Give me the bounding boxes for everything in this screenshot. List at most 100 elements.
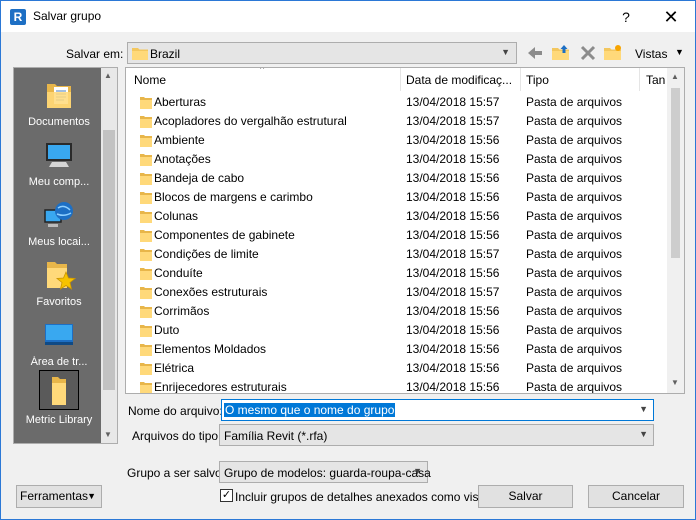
new-folder-icon[interactable] bbox=[603, 43, 623, 63]
close-button[interactable]: ✕ bbox=[651, 5, 691, 29]
folder-icon bbox=[140, 249, 152, 261]
save-in-label: Salvar em: bbox=[66, 47, 124, 61]
chevron-down-icon: ▼ bbox=[413, 466, 422, 476]
place-label: Meu comp... bbox=[28, 176, 90, 188]
chevron-down-icon[interactable]: ▼ bbox=[639, 404, 648, 414]
column-size[interactable]: Tan bbox=[646, 73, 665, 87]
file-date: 13/04/2018 15:57 bbox=[406, 95, 500, 109]
folder-icon bbox=[140, 325, 152, 337]
cancel-button[interactable]: Cancelar bbox=[588, 485, 684, 508]
filetype-value: Família Revit (*.rfa) bbox=[224, 429, 328, 443]
chevron-down-icon: ▼ bbox=[639, 429, 648, 439]
help-button[interactable]: ? bbox=[611, 7, 641, 27]
file-row[interactable]: Componentes de gabinete 13/04/2018 15:56 P… bbox=[126, 226, 668, 245]
file-type: Pasta de arquivos bbox=[526, 190, 623, 204]
place-computer[interactable]: Meu comp... bbox=[14, 138, 104, 188]
scroll-up-icon[interactable]: ▲ bbox=[671, 72, 679, 81]
file-date: 13/04/2018 15:56 bbox=[406, 209, 500, 223]
file-date: 13/04/2018 15:56 bbox=[406, 133, 500, 147]
folder-icon bbox=[140, 135, 152, 147]
save-in-dropdown[interactable]: Brazil ▼ bbox=[127, 42, 517, 64]
file-name: Conexões estruturais bbox=[154, 285, 268, 299]
include-details-checkbox[interactable]: ✓ bbox=[220, 489, 233, 502]
place-favorites[interactable]: Favoritos bbox=[14, 258, 104, 308]
file-list[interactable]: ^ Nome Data de modificaç... Tipo Tan Abe… bbox=[125, 67, 685, 394]
scroll-down-icon[interactable]: ▼ bbox=[671, 378, 679, 387]
file-name: Aberturas bbox=[154, 95, 207, 109]
file-name: Acopladores do vergalhão estrutural bbox=[154, 114, 347, 128]
file-date: 13/04/2018 15:57 bbox=[406, 247, 500, 261]
scroll-thumb[interactable] bbox=[103, 130, 115, 390]
file-date: 13/04/2018 15:56 bbox=[406, 361, 500, 375]
column-divider[interactable] bbox=[520, 68, 521, 91]
file-date: 13/04/2018 15:56 bbox=[406, 266, 500, 280]
file-name: Enrijecedores estruturais bbox=[154, 380, 287, 394]
folder-icon bbox=[140, 344, 152, 356]
group-value: Grupo de modelos: guarda-roupa-casa bbox=[224, 466, 431, 480]
file-row[interactable]: Bandeja de cabo 13/04/2018 15:56 Pasta de … bbox=[126, 169, 668, 188]
file-row[interactable]: Corrimãos 13/04/2018 15:56 Pasta de arquiv… bbox=[126, 302, 668, 321]
file-name: Corrimãos bbox=[154, 304, 210, 318]
file-type: Pasta de arquivos bbox=[526, 152, 623, 166]
file-date: 13/04/2018 15:56 bbox=[406, 342, 500, 356]
file-row[interactable]: Duto 13/04/2018 15:56 Pasta de arquivos bbox=[126, 321, 668, 340]
scroll-up-icon[interactable]: ▲ bbox=[104, 71, 112, 80]
places-scrollbar[interactable]: ▲ ▼ bbox=[101, 68, 117, 443]
filetype-label: Arquivos do tipo: bbox=[132, 429, 222, 443]
column-date[interactable]: Data de modificaç... bbox=[406, 73, 512, 87]
column-name[interactable]: Nome bbox=[134, 73, 166, 87]
file-list-scrollbar[interactable]: ▲ ▼ bbox=[667, 68, 684, 393]
folder-icon bbox=[140, 230, 152, 242]
file-row[interactable]: Anotações 13/04/2018 15:56 Pasta de arquiv… bbox=[126, 150, 668, 169]
file-row[interactable]: Aberturas 13/04/2018 15:57 Pasta de arquiv… bbox=[126, 93, 668, 112]
views-menu-button[interactable]: Vistas bbox=[635, 47, 667, 61]
file-name: Ambiente bbox=[154, 133, 205, 147]
dialog-title: Salvar grupo bbox=[33, 9, 102, 23]
file-row[interactable]: Elétrica 13/04/2018 15:56 Pasta de arquivo… bbox=[126, 359, 668, 378]
documents-icon bbox=[42, 78, 76, 112]
back-arrow-icon[interactable] bbox=[525, 43, 545, 63]
file-row[interactable]: Elementos Moldados 13/04/2018 15:56 Pasta … bbox=[126, 340, 668, 359]
folder-icon bbox=[140, 211, 152, 223]
file-row[interactable]: Acopladores do vergalhão estrutural 13/04… bbox=[126, 112, 668, 131]
file-row[interactable]: Colunas 13/04/2018 15:56 Pasta de arquivos bbox=[126, 207, 668, 226]
group-dropdown[interactable]: Grupo de modelos: guarda-roupa-casa ▼ bbox=[219, 461, 431, 483]
file-type: Pasta de arquivos bbox=[526, 133, 623, 147]
place-network[interactable]: Meus locai... bbox=[14, 198, 104, 248]
file-row[interactable]: Enrijecedores estruturais 13/04/2018 15:5… bbox=[126, 378, 668, 394]
file-row[interactable]: Conduíte 13/04/2018 15:56 Pasta de arquivo… bbox=[126, 264, 668, 283]
delete-icon[interactable] bbox=[578, 43, 598, 63]
folder-icon bbox=[140, 287, 152, 299]
chevron-down-icon[interactable]: ▼ bbox=[675, 47, 684, 57]
include-details-label[interactable]: Incluir grupos de detalhes anexados como… bbox=[235, 490, 494, 504]
scroll-down-icon[interactable]: ▼ bbox=[104, 430, 112, 439]
file-list-header: ^ Nome Data de modificaç... Tipo Tan bbox=[126, 68, 668, 91]
place-label: Favoritos bbox=[36, 296, 82, 308]
places-bar: Documentos Meu comp... Meus locai... Fav… bbox=[13, 67, 118, 444]
file-row[interactable]: Ambiente 13/04/2018 15:56 Pasta de arquivo… bbox=[126, 131, 668, 150]
file-type: Pasta de arquivos bbox=[526, 285, 623, 299]
place-metric-library[interactable]: Metric Library bbox=[14, 370, 104, 426]
save-button[interactable]: Salvar bbox=[478, 485, 573, 508]
filetype-dropdown[interactable]: Família Revit (*.rfa) ▼ bbox=[219, 424, 654, 446]
column-divider[interactable] bbox=[639, 68, 640, 91]
filename-value: O mesmo que o nome do grupo bbox=[224, 403, 396, 417]
title-bar: R Salvar grupo ? ✕ bbox=[1, 1, 695, 32]
tools-button[interactable]: Ferramentas ▼ bbox=[16, 485, 102, 508]
place-desktop[interactable]: Área de tr... bbox=[14, 318, 104, 368]
folder-icon bbox=[140, 306, 152, 318]
place-documents[interactable]: Documentos bbox=[14, 78, 104, 128]
file-row[interactable]: Conexões estruturais 13/04/2018 15:57 Past… bbox=[126, 283, 668, 302]
file-type: Pasta de arquivos bbox=[526, 266, 623, 280]
file-date: 13/04/2018 15:56 bbox=[406, 323, 500, 337]
folder-icon bbox=[140, 173, 152, 185]
column-divider[interactable] bbox=[400, 68, 401, 91]
place-label: Metric Library bbox=[25, 414, 93, 426]
up-folder-icon[interactable] bbox=[551, 43, 571, 63]
scroll-thumb[interactable] bbox=[671, 88, 680, 258]
file-name: Duto bbox=[154, 323, 180, 337]
file-row[interactable]: Condições de limite 13/04/2018 15:57 Pasta… bbox=[126, 245, 668, 264]
filename-input[interactable]: O mesmo que o nome do grupo ▼ bbox=[221, 399, 654, 421]
column-type[interactable]: Tipo bbox=[526, 73, 549, 87]
file-row[interactable]: Blocos de margens e carimbo 13/04/2018 15… bbox=[126, 188, 668, 207]
